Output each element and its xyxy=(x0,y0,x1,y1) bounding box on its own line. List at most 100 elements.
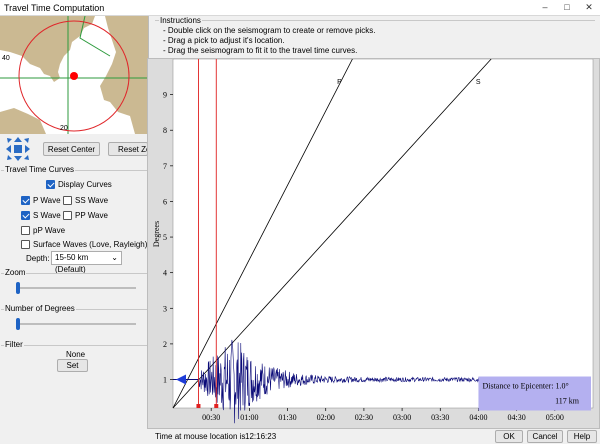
x-tick-label: 03:30 xyxy=(431,413,449,422)
instructions-frame xyxy=(155,20,595,21)
display-curves-box[interactable] xyxy=(46,180,55,189)
y-tick-label: 5 xyxy=(163,233,167,242)
y-tick-label: 3 xyxy=(163,304,167,313)
p-wave-label: P Wave xyxy=(33,196,61,205)
display-curves-label: Display Curves xyxy=(58,180,112,189)
y-tick-label: 9 xyxy=(163,91,167,100)
instruction-line-2: - Drag a pick to adjust it's location. xyxy=(163,36,285,45)
title-bar: Travel Time Computation – □ ✕ xyxy=(0,0,600,16)
filter-current-value: None xyxy=(66,350,86,359)
p-wave-box[interactable] xyxy=(21,196,30,205)
pick-handle[interactable] xyxy=(214,404,219,408)
zoom-slider-thumb[interactable] xyxy=(16,282,20,294)
window-title: Travel Time Computation xyxy=(4,3,105,13)
map-canvas[interactable]: 40 20 xyxy=(0,16,149,134)
zoom-label: Zoom xyxy=(4,268,27,277)
latitude-label-20: 20 xyxy=(60,125,68,132)
instruction-line-3: - Drag the seismogram to fit it to the t… xyxy=(163,46,358,55)
number-of-degrees-label: Number of Degrees xyxy=(4,304,76,313)
x-tick-label: 01:30 xyxy=(278,413,296,422)
y-tick-label: 1 xyxy=(163,376,167,385)
curve-s-label: S xyxy=(476,79,481,86)
instructions-label: Instructions xyxy=(159,16,202,25)
ss-wave-checkbox[interactable]: SS Wave xyxy=(63,196,108,205)
depth-select-value: 15-50 km (Default) xyxy=(55,253,89,274)
pan-down-icon[interactable] xyxy=(14,156,22,161)
status-bar: Time at mouse location is 12:16:23 OK Ca… xyxy=(149,429,600,444)
pp-lower-wave-label: pP Wave xyxy=(33,226,66,235)
ok-button[interactable]: OK xyxy=(495,430,523,443)
travel-time-plot[interactable]: 1 2 3 4 5 6 7 8 9 00:30 01:00 01:30 02:00 02:30 03:00… xyxy=(147,58,600,429)
pan-left-icon[interactable] xyxy=(6,145,11,153)
plot-canvas[interactable]: 1 2 3 4 5 6 7 8 9 00:30 01:00 01:30 02:00 02:30 03:00… xyxy=(148,59,599,428)
s-wave-checkbox[interactable]: S Wave xyxy=(21,211,61,220)
x-tick-label: 05:00 xyxy=(546,413,564,422)
y-tick-label: 6 xyxy=(163,197,167,206)
p-wave-checkbox[interactable]: P Wave xyxy=(21,196,61,205)
filter-label: Filter xyxy=(4,340,24,349)
y-tick-label: 8 xyxy=(163,126,167,135)
x-tick-label: 00:30 xyxy=(202,413,220,422)
y-tick-label: 4 xyxy=(163,269,167,278)
x-tick-label: 04:30 xyxy=(508,413,526,422)
reset-zoom-button[interactable]: Reset Zoom xyxy=(108,142,148,156)
ss-wave-label: SS Wave xyxy=(75,196,109,205)
pan-right-icon[interactable] xyxy=(25,145,30,153)
reset-center-button[interactable]: Reset Center xyxy=(43,142,100,156)
y-tick-label: 2 xyxy=(163,340,167,349)
x-tick-label: 03:00 xyxy=(393,413,411,422)
pan-down-right-icon[interactable] xyxy=(24,155,29,160)
depth-label: Depth: xyxy=(26,254,50,263)
surface-waves-checkbox[interactable]: Surface Waves (Love, Rayleigh) xyxy=(21,240,147,249)
maximize-button[interactable]: □ xyxy=(556,0,578,16)
x-tick-label: 04:00 xyxy=(469,413,487,422)
epicenter-map[interactable]: 40 20 xyxy=(0,16,149,134)
instruction-line-1: - Double click on the seismogram to crea… xyxy=(163,26,376,35)
s-wave-label: S Wave xyxy=(33,211,61,220)
s-wave-box[interactable] xyxy=(21,211,30,220)
x-tick-label: 01:00 xyxy=(240,413,258,422)
surface-waves-label: Surface Waves (Love, Rayleigh) xyxy=(33,240,148,249)
pp-wave-label: PP Wave xyxy=(75,211,108,220)
travel-time-curves-label: Travel Time Curves xyxy=(4,165,76,174)
help-button[interactable]: Help xyxy=(567,430,597,443)
zoom-slider-track[interactable] xyxy=(16,287,136,289)
pan-up-icon[interactable] xyxy=(14,137,22,142)
filter-set-button[interactable]: Set xyxy=(57,359,88,372)
pick-handle[interactable] xyxy=(196,404,201,408)
pan-down-left-icon[interactable] xyxy=(7,155,12,160)
degrees-slider[interactable] xyxy=(16,318,136,330)
surface-waves-box[interactable] xyxy=(21,240,30,249)
pan-up-right-icon[interactable] xyxy=(24,138,29,143)
degrees-slider-track[interactable] xyxy=(16,323,136,325)
pan-center-icon[interactable] xyxy=(14,145,22,153)
curve-p-label: P xyxy=(337,79,342,86)
y-axis-label: Degrees xyxy=(152,221,161,247)
pp-lower-wave-checkbox[interactable]: pP Wave xyxy=(21,226,65,235)
instructions-panel: Instructions - Double click on the seism… xyxy=(155,16,600,58)
window-controls: – □ ✕ xyxy=(534,0,600,16)
pp-wave-checkbox[interactable]: PP Wave xyxy=(63,211,108,220)
plot-area[interactable] xyxy=(172,59,594,409)
mouse-time-label: Time at mouse location is xyxy=(155,432,246,441)
zoom-slider[interactable] xyxy=(16,282,136,294)
minimize-button[interactable]: – xyxy=(534,0,556,16)
pan-arrows-icon[interactable] xyxy=(6,137,30,161)
depth-select[interactable]: 15-50 km (Default) ⌄ xyxy=(51,251,122,274)
y-tick-label: 7 xyxy=(163,162,167,171)
pan-up-left-icon[interactable] xyxy=(7,138,12,143)
display-curves-checkbox[interactable]: Display Curves xyxy=(46,180,112,189)
cancel-button[interactable]: Cancel xyxy=(527,430,563,443)
pp-lower-wave-box[interactable] xyxy=(21,226,30,235)
pp-wave-box[interactable] xyxy=(63,211,72,220)
distance-km: 117 km xyxy=(555,397,580,406)
distance-label: Distance to Epicenter: 1.0° xyxy=(482,382,568,391)
distance-box: Distance to Epicenter: 1.0° 117 km xyxy=(478,376,591,411)
epicenter-marker[interactable] xyxy=(70,72,78,80)
mouse-time-value: 12:16:23 xyxy=(245,432,277,441)
degrees-slider-thumb[interactable] xyxy=(16,318,20,330)
chevron-down-icon: ⌄ xyxy=(111,253,118,262)
ss-wave-box[interactable] xyxy=(63,196,72,205)
close-button[interactable]: ✕ xyxy=(578,0,600,16)
x-tick-label: 02:30 xyxy=(355,413,373,422)
